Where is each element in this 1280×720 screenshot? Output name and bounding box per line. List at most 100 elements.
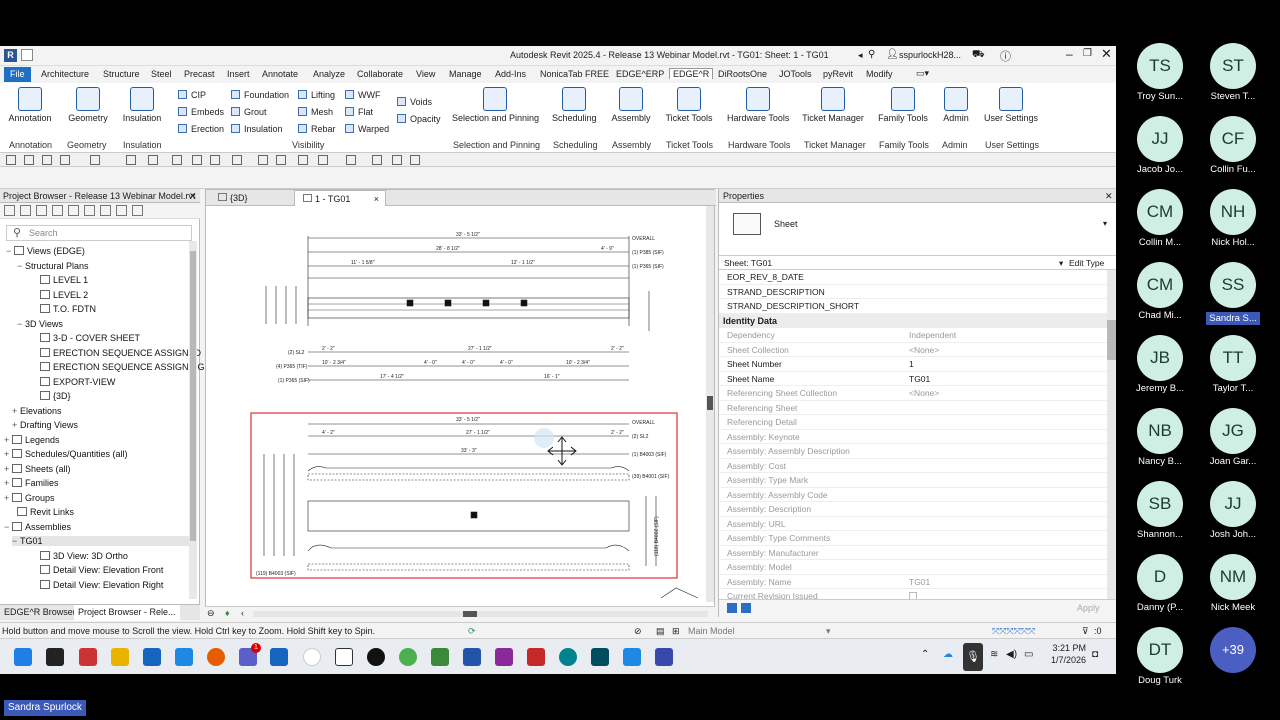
tag-icon[interactable] [172,155,182,165]
home-icon[interactable] [232,155,242,165]
ticket-tools-button[interactable]: Ticket Tools [665,87,713,123]
minimize-icon[interactable]: – [1066,47,1073,61]
instance-selector[interactable]: Sheet: TG01 ▾ Edit Type [719,256,1116,270]
cart-icon[interactable]: ⛟ [972,49,985,62]
tab-steel[interactable]: Steel [151,69,172,79]
property-row[interactable]: Assembly: Assembly Description [719,444,1107,459]
scroll-thumb[interactable] [1107,320,1116,360]
word-icon[interactable] [270,648,288,666]
tab-pyrevit[interactable]: pyRevit [823,69,853,79]
undo-icon[interactable] [60,155,70,165]
tree-item[interactable]: + Legends [4,435,60,445]
mesh-button[interactable]: Mesh [298,107,333,117]
tab-modify[interactable]: Modify [866,69,893,79]
close-icon[interactable]: ✕ [1105,189,1113,203]
design-options-icon[interactable]: ⊘ [634,623,642,639]
tree-item[interactable]: EXPORT-VIEW [32,377,115,387]
schedule-icon[interactable] [52,205,63,216]
tab-3d[interactable]: {3D} [210,190,256,206]
property-row[interactable]: Sheet Collection <None> [719,343,1107,357]
app-icon[interactable] [367,648,385,666]
participant-tile[interactable]: CM Chad Mi... [1125,262,1195,321]
lifting-button[interactable]: Lifting [298,90,335,100]
participant-tile[interactable]: TS Troy Sun... [1125,43,1195,102]
close-tab-icon[interactable]: × [374,191,379,207]
ribbon-options-icon[interactable]: ▭▾ [916,68,929,79]
windows-start-icon[interactable] [14,648,32,666]
task-view-icon[interactable] [46,648,64,666]
participant-tile[interactable]: JB Jeremy B... [1125,335,1195,394]
property-row[interactable]: Sheet Number 1 [719,357,1107,372]
more-participants-button[interactable]: +39 [1210,627,1256,673]
property-value[interactable]: <None> [909,386,939,401]
close-hidden-icon[interactable] [298,155,308,165]
settings-icon[interactable] [132,205,143,216]
property-value[interactable]: 1 [909,357,914,372]
tab-architecture[interactable]: Architecture [41,69,89,79]
edit-type-button[interactable]: Edit Type [1069,256,1104,270]
chrome-icon[interactable] [399,648,417,666]
property-value[interactable]: Independent [909,328,956,343]
selected-viewport[interactable] [250,412,678,579]
search-input[interactable]: Search [6,225,192,241]
chevron-up-icon[interactable]: ⌃ [921,649,929,660]
tab-insert[interactable]: Insert [227,69,250,79]
insulation-small-button[interactable]: Insulation [231,124,283,134]
tree-item[interactable]: ERECTION SEQUENCE ASSIGNED [32,348,201,358]
tree-item[interactable]: 3D View: 3D Ortho [32,551,128,561]
app-icon[interactable] [79,648,97,666]
tab-collaborate[interactable]: Collaborate [357,69,403,79]
open-file-icon[interactable] [6,155,16,165]
apply-button[interactable]: Apply [1077,603,1100,613]
view-icon[interactable] [20,205,31,216]
worksharing-icon[interactable]: ⟳ [468,623,476,639]
switch-windows-icon[interactable] [318,155,328,165]
wifi-icon[interactable]: ≋ [990,649,998,660]
tree-item[interactable]: − Views (EDGE) [6,246,85,256]
back-arrow-icon[interactable]: ◂ [858,50,863,61]
sync-icon[interactable] [42,155,52,165]
participant-tile[interactable]: JG Joan Gar... [1198,408,1268,467]
property-row[interactable]: Sheet Name TG01 [719,372,1107,387]
text-icon[interactable] [192,155,202,165]
participant-tile[interactable]: NB Nancy B... [1125,408,1195,467]
property-row[interactable]: Assembly: Cost [719,459,1107,473]
close-icon[interactable]: ✕ [189,189,197,203]
collapse-icon[interactable]: ‹ [241,608,244,618]
type-selector[interactable]: Sheet ▾ [719,203,1116,256]
layout-icon[interactable] [392,155,402,165]
participant-tile[interactable]: +39 [1198,627,1268,675]
select-links-icon[interactable]: ⤧⤧⤧⤧⤧⤧ [992,623,1035,639]
property-row[interactable]: Assembly: Type Comments [719,531,1107,546]
selection-pinning-button[interactable]: Selection and Pinning [452,87,539,123]
drawing-area[interactable]: {3D} 1 - TG01 × 33' - 5 1/2" 28' - 8 1/2… [205,189,716,619]
tree-item[interactable]: 3-D - COVER SHEET [32,333,140,343]
google-icon[interactable] [303,648,321,666]
property-value[interactable]: TG01 [909,372,930,387]
assembly-button[interactable]: Assembly [609,87,653,123]
tab-manage[interactable]: Manage [449,69,482,79]
browser-scrollbar[interactable] [189,241,197,599]
tree-item[interactable]: − Structural Plans [17,261,89,271]
tree-item[interactable]: Revit Links [9,507,74,517]
3d-view-icon[interactable] [210,155,220,165]
property-row[interactable]: Assembly: Keynote [719,430,1107,444]
firefox-icon[interactable] [207,648,225,666]
scheduling-button[interactable]: Scheduling [552,87,597,123]
tab-jotools[interactable]: JOTools [779,69,812,79]
app-icon[interactable] [591,648,609,666]
property-row[interactable]: Assembly: URL [719,517,1107,531]
hardware-tools-button[interactable]: Hardware Tools [727,87,789,123]
tab-add-ins[interactable]: Add-Ins [495,69,526,79]
lightbulb-icon[interactable]: ♦ [225,608,230,618]
redo-icon[interactable] [90,155,100,165]
customize-qat-icon[interactable] [410,155,420,165]
participant-tile[interactable]: SS Sandra S... [1198,262,1268,325]
property-row[interactable]: Assembly: Assembly Code [719,488,1107,502]
properties-scrollbar[interactable] [1107,270,1116,600]
property-row[interactable]: Assembly: Model [719,560,1107,575]
expand-icon[interactable] [84,205,95,216]
tree-item[interactable]: + Families [4,478,59,488]
dimension-icon[interactable] [148,155,158,165]
tree-item[interactable]: + Sheets (all) [4,464,71,474]
